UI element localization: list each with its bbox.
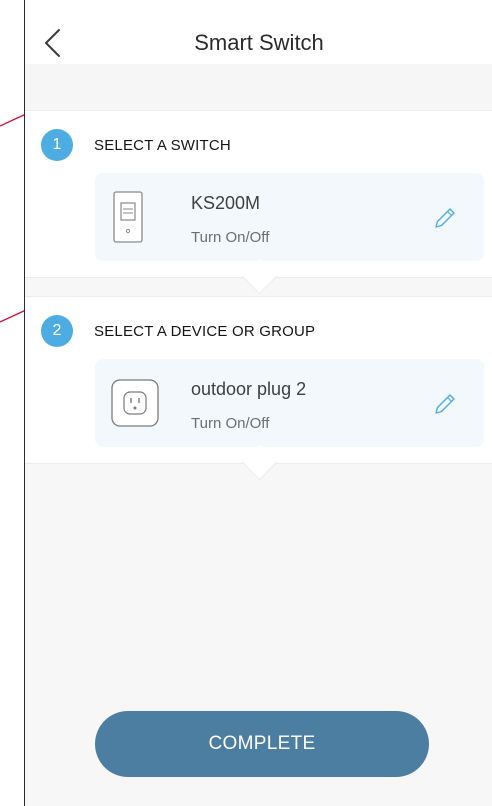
page-title: Smart Switch [194, 30, 324, 55]
step-number-badge: 2 [41, 315, 73, 347]
step-label: SELECT A SWITCH [94, 137, 231, 154]
smart-plug-icon [111, 379, 159, 427]
step-select-switch: 1 SELECT A SWITCH KS200M Turn On/Off [25, 110, 492, 278]
device-name: KS200M [191, 193, 261, 213]
pencil-icon [435, 208, 455, 228]
selected-switch-card[interactable]: KS200M Turn On/Off [95, 173, 484, 261]
step-select-device: 2 SELECT A DEVICE OR GROUP outdoor plug … [25, 296, 492, 464]
complete-button[interactable]: COMPLETE [95, 711, 429, 777]
pencil-icon [435, 394, 455, 414]
annotation-lines [0, 113, 26, 323]
selected-device-card[interactable]: outdoor plug 2 Turn On/Off [95, 359, 484, 447]
step-number-badge: 1 [41, 129, 73, 161]
step-label: SELECT A DEVICE OR GROUP [94, 323, 316, 340]
wall-switch-icon [113, 191, 143, 243]
edit-switch-button[interactable] [432, 205, 458, 231]
edit-device-button[interactable] [432, 391, 458, 417]
device-name: outdoor plug 2 [191, 379, 307, 399]
smart-switch-screen: Smart Switch 1 SELECT A SWITCH KS200M Tu… [24, 0, 492, 806]
device-action: Turn On/Off [191, 229, 270, 246]
header-divider [25, 64, 492, 109]
device-action: Turn On/Off [191, 415, 270, 432]
